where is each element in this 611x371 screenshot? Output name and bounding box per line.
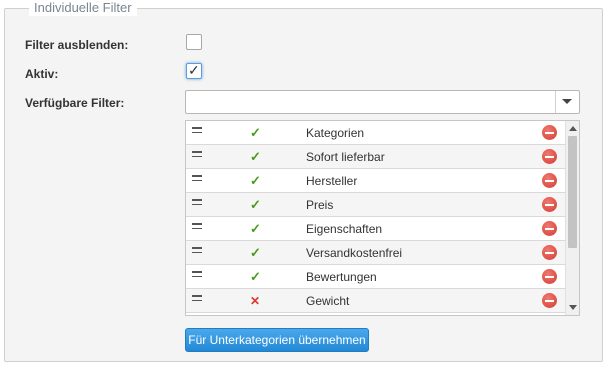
cross-icon: ✕ xyxy=(250,294,261,308)
filter-name: Preis xyxy=(306,198,334,212)
delete-icon[interactable] xyxy=(542,125,557,140)
drag-handle-icon[interactable] xyxy=(192,151,202,161)
delete-icon[interactable] xyxy=(542,149,557,164)
filter-name: Sofort lieferbar xyxy=(306,150,385,164)
checkmark-icon: ✓ xyxy=(188,62,200,78)
delete-icon[interactable] xyxy=(542,245,557,260)
active-label: Aktiv: xyxy=(25,67,59,81)
dropdown-trigger[interactable] xyxy=(556,91,579,113)
filter-name: Hersteller xyxy=(306,174,358,188)
check-icon: ✓ xyxy=(250,269,261,284)
filter-name: Bewertungen xyxy=(306,270,377,284)
filter-row[interactable]: ✕ Gewicht xyxy=(186,289,565,313)
active-checkbox[interactable]: ✓ xyxy=(186,62,202,79)
filter-name: Gewicht xyxy=(306,294,350,308)
hide-filter-label: Filter ausblenden: xyxy=(25,38,129,52)
check-icon: ✓ xyxy=(250,197,261,212)
check-icon: ✓ xyxy=(250,245,261,260)
drag-handle-icon[interactable] xyxy=(192,271,202,281)
delete-icon[interactable] xyxy=(542,221,557,236)
filter-name: Eigenschaften xyxy=(306,222,383,236)
drag-handle-icon[interactable] xyxy=(192,295,202,305)
drag-handle-icon[interactable] xyxy=(192,223,202,233)
drag-handle-icon[interactable] xyxy=(192,247,202,257)
drag-handle-icon[interactable] xyxy=(192,127,202,137)
available-filter-combobox[interactable] xyxy=(185,90,580,114)
fieldset-legend: Individuelle Filter xyxy=(29,0,137,16)
check-icon: ✓ xyxy=(250,221,261,236)
filter-row[interactable]: ✓ Preis xyxy=(186,193,565,217)
apply-to-subcategories-button[interactable]: Für Unterkategorien übernehmen xyxy=(185,328,369,352)
available-filter-input[interactable] xyxy=(192,95,549,113)
filter-name: Kategorien xyxy=(306,126,365,140)
filter-name: Versandkostenfrei xyxy=(306,246,403,260)
chevron-down-icon xyxy=(562,99,572,104)
filter-row[interactable]: ✓ Eigenschaften xyxy=(186,217,565,241)
scroll-up-arrow-icon[interactable] xyxy=(569,126,577,131)
check-icon: ✓ xyxy=(250,149,261,164)
delete-icon[interactable] xyxy=(542,269,557,284)
filter-row[interactable]: ✓ Bewertungen xyxy=(186,265,565,289)
grid-scrollbar[interactable] xyxy=(565,121,579,315)
filter-row[interactable]: ✓ Sofort lieferbar xyxy=(186,145,565,169)
filter-row[interactable]: ✓ Hersteller xyxy=(186,169,565,193)
available-filter-label: Verfügbare Filter: xyxy=(25,96,125,110)
drag-handle-icon[interactable] xyxy=(192,175,202,185)
delete-icon[interactable] xyxy=(542,293,557,308)
hide-filter-checkbox[interactable] xyxy=(186,34,202,50)
filter-row[interactable]: ✓ Kategorien xyxy=(186,121,565,145)
check-icon: ✓ xyxy=(250,173,261,188)
check-icon: ✓ xyxy=(250,125,261,140)
scroll-thumb[interactable] xyxy=(568,136,577,248)
filter-grid: ✓ Kategorien ✓ Sofort lieferbar ✓ Hersteller ✓… xyxy=(185,120,580,316)
delete-icon[interactable] xyxy=(542,173,557,188)
delete-icon[interactable] xyxy=(542,197,557,212)
filter-row[interactable]: ✓ Versandkostenfrei xyxy=(186,241,565,265)
scroll-down-arrow-icon[interactable] xyxy=(569,305,577,310)
drag-handle-icon[interactable] xyxy=(192,199,202,209)
